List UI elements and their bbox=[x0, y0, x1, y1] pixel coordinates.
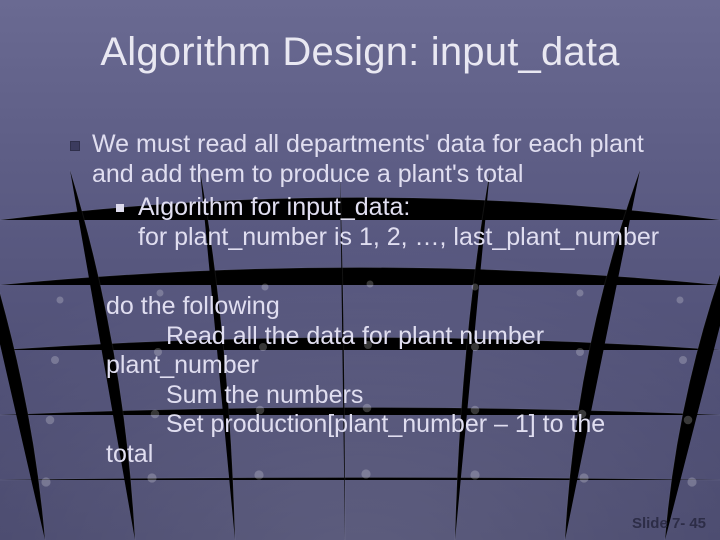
body-lead-text: We must read all departments' data for e… bbox=[92, 130, 690, 189]
slide-footer: Slide 7- 45 bbox=[632, 515, 706, 532]
alg-line-1: do the following bbox=[106, 292, 690, 322]
slide-body: We must read all departments' data for e… bbox=[70, 130, 690, 469]
alg-line-3: plant_number bbox=[106, 351, 690, 381]
slide-title: Algorithm Design: input_data bbox=[0, 30, 720, 74]
sub-label: Algorithm for input_data: bbox=[138, 193, 690, 223]
alg-line-5: Set production[plant_number – 1] to the bbox=[106, 410, 690, 440]
footer-page-number: 45 bbox=[689, 515, 706, 532]
bullet-level2: Algorithm for input_data: for plant_numb… bbox=[116, 193, 690, 252]
alg-line-6: total bbox=[106, 440, 690, 470]
algorithm-block: do the following Read all the data for p… bbox=[106, 292, 690, 469]
bullet-square-icon bbox=[70, 141, 80, 151]
sub-bullet-text: Algorithm for input_data: for plant_numb… bbox=[138, 193, 690, 252]
slide: Algorithm Design: input_data We must rea… bbox=[0, 0, 720, 540]
sub-line2: for plant_number is 1, 2, …, last_plant_… bbox=[138, 223, 690, 253]
bullet-small-square-icon bbox=[116, 204, 124, 212]
bullet-level1: We must read all departments' data for e… bbox=[70, 130, 690, 189]
footer-label: Slide 7- bbox=[632, 515, 685, 532]
alg-line-2: Read all the data for plant number bbox=[106, 322, 690, 352]
alg-line-4: Sum the numbers bbox=[106, 381, 690, 411]
